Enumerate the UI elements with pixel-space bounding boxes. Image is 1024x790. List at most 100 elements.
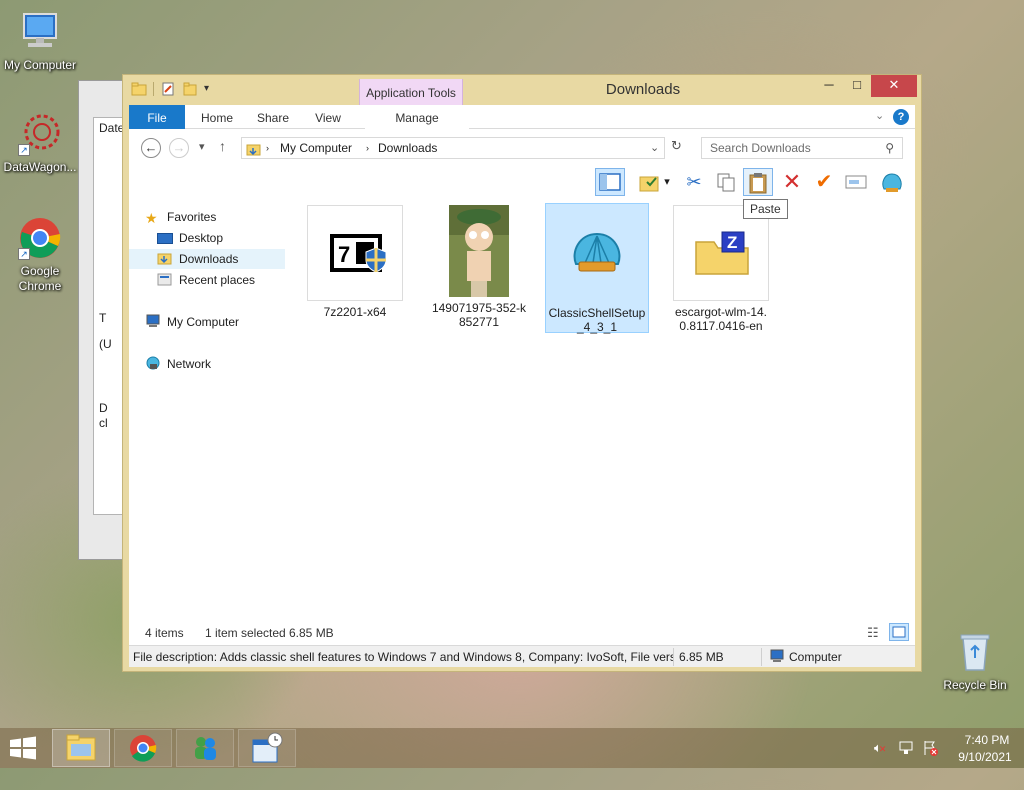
cut-icon[interactable]: ✂ [679, 168, 709, 196]
background-window-text: T [99, 311, 107, 325]
rename-field-icon[interactable] [841, 168, 871, 196]
tab-home[interactable]: Home [191, 105, 243, 129]
chrome-icon: ↗ [18, 216, 62, 260]
nav-label: Favorites [167, 210, 217, 224]
folder-icon[interactable] [131, 81, 147, 97]
minimize-button[interactable]: ─ [815, 75, 843, 97]
network-icon[interactable] [898, 740, 914, 780]
item-count: 4 items [145, 626, 184, 640]
rename-check-icon[interactable]: ✔ [809, 168, 839, 196]
breadcrumb-downloads[interactable]: Downloads [378, 141, 437, 155]
nav-item-downloads[interactable]: Downloads [129, 249, 285, 269]
taskbar-date-time-settings[interactable] [238, 729, 296, 767]
search-input[interactable]: Search Downloads ⚲ [701, 137, 903, 159]
breadcrumb-separator-icon[interactable]: › [366, 143, 369, 153]
file-name: 7z2201-x64 [323, 305, 387, 319]
background-window-text: (U [99, 337, 112, 351]
background-window-text: Date [99, 121, 125, 135]
desktop-icon-recycle-bin[interactable]: Recycle Bin [935, 630, 1015, 693]
large-icons-view-icon[interactable] [889, 623, 909, 641]
desktop-icon-label: Google Chrome [18, 264, 62, 293]
tab-view[interactable]: View [305, 105, 351, 129]
file-name: escargot-wlm-14.0.8117.0416-en [674, 305, 768, 333]
breadcrumb-my-computer[interactable]: My Computer [280, 141, 352, 155]
nav-item-favorites[interactable]: ★ Favorites [145, 207, 285, 227]
classic-shell-setup-icon [549, 206, 645, 302]
nav-item-desktop[interactable]: Desktop [157, 228, 283, 248]
nav-label: Desktop [179, 231, 224, 245]
details-view-icon[interactable]: ☷ [867, 625, 879, 641]
close-button[interactable]: ✕ [871, 75, 917, 97]
properties-icon[interactable] [160, 81, 176, 97]
selected-count: 1 item selected [205, 626, 286, 640]
datawagon-icon: ↗ [18, 112, 62, 156]
dropdown-arrow-icon[interactable]: ▾ [659, 168, 675, 196]
back-button[interactable]: ← [141, 138, 161, 158]
computer-icon [18, 10, 62, 54]
nav-item-my-computer[interactable]: My Computer [145, 312, 285, 332]
desktop-icon-my-computer[interactable]: My Computer [0, 10, 80, 73]
tab-file[interactable]: File [129, 105, 185, 129]
action-center-icon[interactable] [922, 740, 938, 780]
tab-share[interactable]: Share [249, 105, 297, 129]
ribbon-tabs: File Home Share View Manage ⌄ ? [129, 105, 915, 129]
desktop-icon-label: DataWagon... [3, 160, 77, 174]
file-item[interactable]: 149071975-352-k852771 [427, 203, 531, 333]
nav-label: Recent places [179, 273, 256, 287]
taskbar-chrome[interactable] [114, 729, 172, 767]
customize-qat-icon[interactable]: ▾ [204, 81, 220, 97]
desktop-icon-google-chrome[interactable]: ↗ Google Chrome [0, 216, 80, 294]
classic-shell-icon[interactable] [877, 168, 907, 196]
svg-text:Z: Z [727, 233, 737, 252]
forward-button[interactable]: → [169, 138, 189, 158]
background-window-text: D [99, 401, 108, 415]
file-name: ClassicShellSetup_4_3_1 [548, 306, 646, 334]
help-icon[interactable]: ? [893, 109, 909, 125]
nav-label: Network [167, 357, 212, 371]
recycle-bin-icon [953, 630, 997, 674]
quick-access-toolbar: ▾ [131, 81, 220, 97]
nav-item-recent-places[interactable]: Recent places [157, 270, 283, 290]
paste-icon[interactable] [743, 168, 773, 196]
divider [761, 648, 762, 666]
file-description: File description: Adds classic shell fea… [133, 650, 673, 664]
search-icon[interactable]: ⚲ [885, 141, 894, 155]
recent-locations-icon[interactable]: ▾ [199, 140, 205, 153]
file-item[interactable]: 7 7z2201-x64 [303, 203, 407, 333]
nav-label: My Computer [167, 315, 240, 329]
file-name: 149071975-352-k852771 [431, 301, 527, 329]
delete-icon[interactable]: ✕ [777, 168, 807, 196]
volume-muted-icon[interactable]: 🔈︎✕ [874, 740, 889, 780]
file-item-selected[interactable]: ClassicShellSetup_4_3_1 [545, 203, 649, 334]
application-tools-context-tab: Application Tools [359, 79, 463, 105]
explorer-window[interactable]: ▾ Application Tools Downloads ─ □ ✕ File… [122, 74, 922, 672]
details-bar: File description: Adds classic shell fea… [129, 645, 915, 667]
nav-item-network[interactable]: Network [145, 354, 285, 374]
expand-ribbon-icon[interactable]: ⌄ [875, 109, 884, 122]
clock-date[interactable]: 9/10/2021 [950, 750, 1020, 790]
title-bar[interactable]: ▾ Application Tools Downloads ─ □ ✕ [123, 75, 921, 105]
new-folder-icon[interactable] [182, 81, 198, 97]
computer-icon [145, 314, 161, 328]
copy-icon[interactable] [711, 168, 741, 196]
taskbar-messenger[interactable] [176, 729, 234, 767]
up-button[interactable]: ↑ [219, 138, 226, 154]
file-item[interactable]: Z escargot-wlm-14.0.8117.0416-en [669, 203, 773, 333]
desktop-icon-label: Recycle Bin [943, 678, 1007, 692]
breadcrumb-separator-icon[interactable]: › [266, 143, 269, 153]
details-size: 6.85 MB [679, 650, 724, 664]
background-window-text: cl [99, 416, 108, 430]
address-dropdown-icon[interactable]: ⌄ [650, 141, 659, 154]
preview-pane-button[interactable] [595, 168, 625, 196]
status-bar: 4 items 1 item selected 6.85 MB ☷ [129, 621, 915, 645]
maximize-button[interactable]: □ [843, 75, 871, 97]
address-bar[interactable]: › My Computer › Downloads ⌄ [241, 137, 665, 159]
desktop-icon-datawagon[interactable]: ↗ DataWagon... [0, 112, 80, 175]
nav-label: Downloads [179, 252, 239, 266]
tab-manage[interactable]: Manage [365, 105, 469, 129]
search-placeholder: Search Downloads [710, 141, 811, 155]
taskbar-file-explorer[interactable] [52, 729, 110, 767]
start-button[interactable] [8, 736, 38, 760]
selected-size: 6.85 MB [289, 626, 334, 640]
refresh-button[interactable]: ↻ [671, 138, 682, 154]
